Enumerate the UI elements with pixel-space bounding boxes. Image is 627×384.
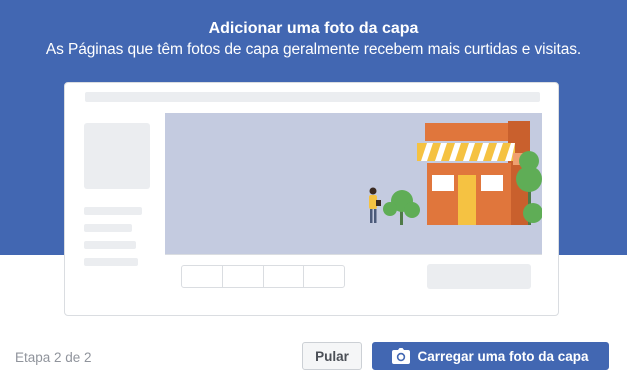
preview-sidebar-line	[84, 241, 136, 249]
upload-button-label: Carregar uma foto da capa	[417, 348, 589, 364]
preview-profile-picture	[84, 123, 150, 189]
preview-cover-photo	[165, 113, 542, 254]
store-icon	[417, 121, 530, 225]
dialog-title: Adicionar uma foto da capa	[208, 20, 419, 37]
preview-tab	[223, 266, 264, 287]
dialog-subtitle: As Páginas que têm fotos de capa geralme…	[45, 41, 582, 58]
preview-tab	[182, 266, 223, 287]
preview-sidebar-line	[84, 258, 138, 266]
preview-sidebar-line	[84, 207, 142, 215]
page-preview-illustration	[64, 82, 559, 316]
upload-cover-photo-button[interactable]: Carregar uma foto da capa	[372, 342, 609, 370]
preview-divider	[165, 254, 542, 255]
tree-icon	[383, 190, 420, 225]
preview-top-bar	[85, 92, 540, 102]
skip-button[interactable]: Pular	[302, 342, 362, 370]
camera-icon	[392, 348, 411, 364]
preview-action-button	[427, 264, 531, 289]
person-icon	[369, 187, 381, 223]
step-indicator: Etapa 2 de 2	[15, 350, 92, 365]
preview-tabs	[181, 265, 345, 288]
preview-tab	[304, 266, 344, 287]
skip-button-label: Pular	[315, 348, 349, 364]
preview-sidebar-line	[84, 224, 132, 232]
preview-tab	[264, 266, 305, 287]
